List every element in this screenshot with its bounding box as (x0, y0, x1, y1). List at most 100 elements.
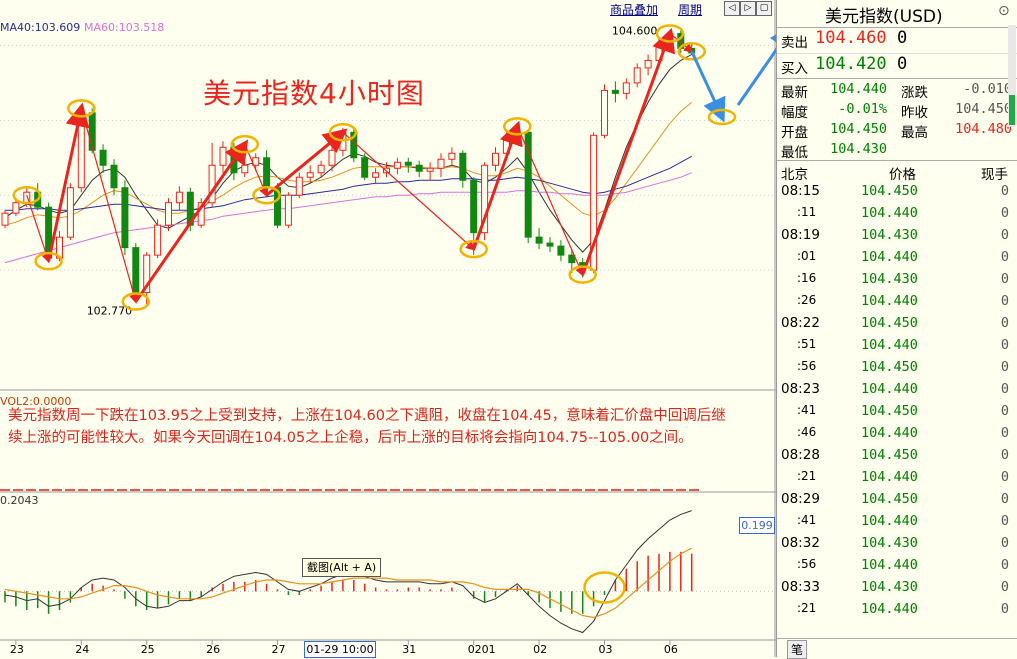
settings-icon[interactable]: ⊙ (998, 3, 1010, 19)
tick-price: 104.450 (861, 447, 918, 463)
ma60-legend: MA60:103.518 (84, 21, 165, 34)
tick-time: 08:29 (781, 491, 820, 507)
tick-time: 08:19 (781, 227, 820, 243)
chart-area[interactable]: 104.600 102.770 23 24 25 26 27 31 0201 02 03 06 MA4… (0, 0, 776, 658)
trend-arrow (134, 139, 249, 303)
tick-volume: 0 (1000, 381, 1009, 397)
x-tick-label: 03 (599, 643, 613, 656)
candle-body (241, 164, 249, 174)
stat-value: 104.440 (830, 81, 887, 97)
tick-header-time: 北京 (781, 167, 808, 183)
candle-body (568, 254, 576, 264)
tick-volume: 0 (1000, 337, 1009, 353)
tick-price: 104.450 (861, 183, 918, 199)
tick-time: :21 (797, 601, 817, 615)
candle-body (175, 191, 183, 204)
nav-right-icon[interactable]: ▷ (740, 1, 756, 16)
buy-price: 104.420 (815, 54, 887, 74)
tick-price: 104.440 (861, 601, 918, 617)
tick-time: :01 (797, 249, 817, 263)
tick-price: 104.430 (861, 271, 918, 287)
forecast-arrow-down (690, 50, 726, 123)
stat-label: 幅度 (781, 105, 808, 121)
candle-body (437, 158, 445, 169)
macd-label: 0.2043 (0, 494, 39, 507)
candle-body (295, 176, 303, 196)
candle-body (535, 236, 543, 244)
candle-body (393, 161, 401, 169)
tick-row: 08:19 104.430 0 (777, 227, 1013, 249)
x-tick-label: 31 (402, 643, 416, 656)
candle-body (622, 82, 630, 94)
tick-time: :46 (797, 425, 817, 439)
period-button[interactable]: 周期 (678, 1, 702, 18)
tick-row: 08:28 104.450 0 (777, 447, 1013, 469)
tick-price: 104.440 (861, 293, 918, 309)
candle-body (372, 172, 380, 178)
tick-volume: 0 (1000, 513, 1009, 529)
stat-label: 涨跌 (901, 85, 928, 101)
tick-price: 104.440 (861, 469, 918, 485)
candle-body (110, 164, 118, 189)
x-tick-label: 26 (206, 643, 220, 656)
candle-body (317, 164, 325, 174)
candle-body (263, 157, 271, 189)
candle-body (132, 247, 140, 294)
x-tick-label: 24 (75, 643, 89, 656)
stat-value: -0.01% (838, 101, 887, 117)
tick-row: 08:33 104.430 0 (777, 579, 1013, 601)
trend-arrow (47, 102, 90, 262)
x-tick-label: 23 (10, 643, 24, 656)
quote-panel: ⊙ 美元指数(USD) 卖出 104.460 0 买入 104.420 0 最新… (776, 0, 1017, 659)
trend-arrow (472, 120, 523, 250)
candle-body (121, 187, 129, 249)
candle-body (361, 157, 369, 178)
stat-label: 最低 (781, 145, 808, 161)
candle-body (328, 149, 336, 166)
annotation-title: 美元指数4小时图 (203, 77, 425, 110)
tick-volume: 0 (1000, 205, 1009, 221)
tick-row: :56 104.450 0 (777, 359, 1013, 381)
sell-volume: 0 (897, 28, 908, 48)
candle-body (459, 152, 467, 181)
stat-value: 104.480 (955, 121, 1012, 137)
tick-time: :16 (797, 271, 817, 285)
nav-left-icon[interactable]: ◁ (724, 1, 740, 16)
tick-time: :41 (797, 513, 817, 527)
tick-price: 104.450 (861, 359, 918, 375)
tick-volume: 0 (1000, 359, 1009, 375)
buy-volume: 0 (897, 54, 908, 74)
tick-volume: 0 (1000, 227, 1009, 243)
candle-body (426, 167, 434, 172)
candle-body (306, 172, 314, 178)
tick-price: 104.450 (861, 403, 918, 419)
candle-body (492, 152, 499, 166)
candle-body (88, 112, 96, 151)
tick-header-price: 价格 (889, 167, 916, 183)
tick-volume: 0 (1000, 557, 1009, 573)
tick-row: :51 104.440 0 (777, 337, 1013, 359)
forecast-arrow-up (736, 25, 776, 106)
candle-body (601, 89, 608, 136)
tick-time: :51 (797, 337, 817, 351)
sell-price: 104.460 (815, 28, 887, 48)
sell-label: 卖出 (781, 35, 808, 51)
candle-body (415, 164, 423, 172)
candle-body (165, 202, 172, 226)
tick-price: 104.440 (861, 425, 918, 441)
nav-expand-icon[interactable]: ▢ (756, 1, 772, 16)
overlay-button[interactable]: 商品叠加 (610, 1, 658, 18)
tick-price: 104.430 (861, 535, 918, 551)
stat-label: 昨收 (901, 105, 928, 121)
tab-ticks[interactable]: 笔 (787, 640, 808, 659)
tick-row: 08:22 104.450 0 (777, 315, 1013, 337)
tick-time: :56 (797, 557, 817, 571)
tick-price: 104.430 (861, 227, 918, 243)
tick-volume: 0 (1000, 491, 1009, 507)
x-tick-label: 27 (272, 643, 286, 656)
annotation-text: 美元指数周一下跌在103.95之上受到支持，上涨在104.60之下遇阻，收盘在1… (8, 408, 726, 446)
tick-row: 08:23 104.440 0 (777, 381, 1013, 403)
tick-volume: 0 (1000, 425, 1009, 441)
candle-body (219, 146, 227, 166)
panel-scrollbar-thumb[interactable] (1009, 95, 1015, 125)
